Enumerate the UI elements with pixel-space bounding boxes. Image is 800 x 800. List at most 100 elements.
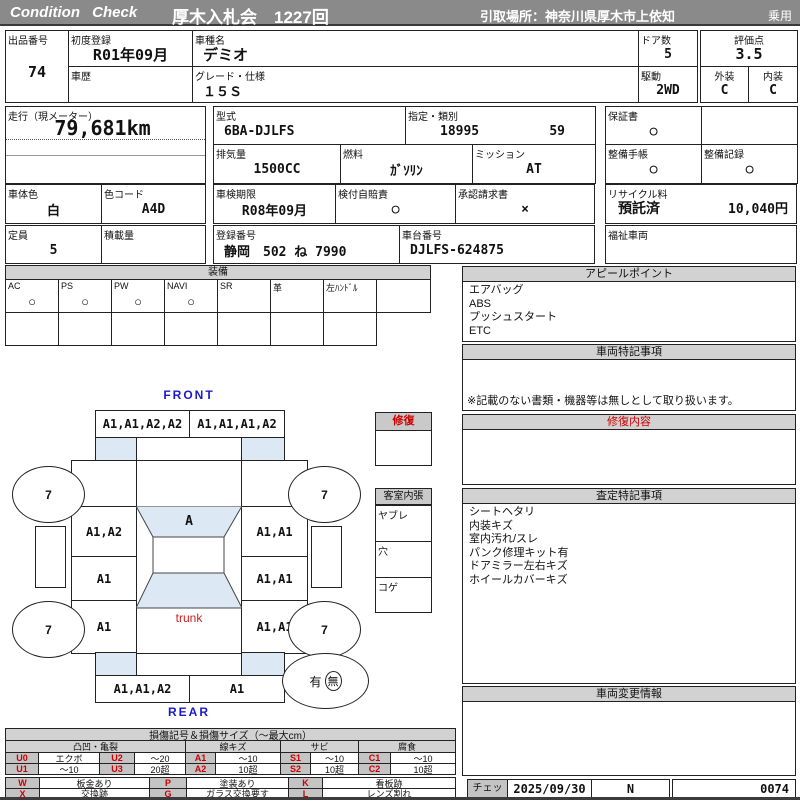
equipment-label: 革 (273, 283, 283, 293)
field-value: 18995 59 (406, 118, 595, 144)
field-value: 3.5 (735, 45, 763, 63)
field-value: １５Ｓ (203, 84, 243, 100)
field-fuel: 燃料 ｶﾞｿﾘﾝ (340, 144, 473, 184)
field-evaluation-score: 評価点 3.5 (700, 30, 798, 67)
field-value: AT (526, 162, 542, 177)
field-body-color: 車体色 白 (5, 184, 102, 224)
panel-title: 車両特記事項 (463, 345, 795, 360)
check-date: 2025/09/30 (507, 779, 592, 798)
brand-title: Condition Check (10, 4, 138, 21)
field-value: 白 (46, 204, 60, 219)
class-code-secondary: 59 (549, 123, 565, 139)
check-label: チェック (467, 779, 508, 798)
field-class-code: 指定・類別 18995 59 (405, 106, 596, 145)
wheel-rear-right: 7 (288, 601, 361, 658)
appeal-item: エアバッグ (469, 284, 524, 296)
legend-code: C2 (358, 763, 391, 775)
hood-panel (136, 460, 242, 507)
assessment-item: シートヘタリ (469, 506, 535, 518)
cabin-lining-box: 客室内張 ヤブレ 穴 コゲ (375, 488, 432, 613)
field-inspection-expiry: 車検期限 R08年09月 (213, 184, 336, 224)
left-sill-panel (35, 526, 66, 588)
rear-window-shape (135, 572, 243, 609)
field-warranty-book: 保証書 ○ (605, 106, 702, 145)
field-approval-invoice: 承認請求書 × (455, 184, 595, 224)
vehicle-category: 乗用 (767, 9, 792, 23)
appeal-item: プッシュスタート (469, 311, 557, 323)
legend-value: 10超 (310, 763, 359, 775)
legend-code: U3 (99, 763, 135, 775)
equipment-cell-leather: 革 (270, 279, 324, 313)
trunk-label: trunk (175, 611, 203, 625)
assessment-item: ドアミラー左右キズ (469, 560, 568, 572)
circle-mark: ○ (28, 293, 36, 309)
equipment-cell-left-handle: 左ﾊﾝﾄﾞﾙ (323, 279, 377, 313)
change-info-panel: 車両変更情報 (462, 686, 796, 776)
field-value: C (720, 82, 729, 98)
repair-mini-box: 修復 (375, 412, 432, 466)
field-drive: 駆動 2WD (638, 66, 698, 103)
field-displacement: 排気量 1500CC (213, 144, 341, 184)
field-recycle-fee: リサイクル料 預託済 10,040円 (605, 184, 797, 224)
legend-code: A2 (185, 763, 216, 775)
panel-title: 査定特記事項 (463, 489, 795, 504)
equipment-cell-ps: PS ○ (58, 279, 112, 313)
legend-value: 10超 (390, 763, 456, 775)
auction-sheet: Condition Check 厚木入札会 1227回 引取場所：神奈川県厚木市… (0, 0, 800, 800)
equipment-cell-extra (376, 279, 431, 313)
field-value: R08年09月 (241, 204, 308, 219)
equipment-empty-cell (323, 312, 377, 346)
field-value: DJLFS-624875 (410, 242, 504, 258)
field-capacity: 定員 5 (5, 225, 102, 264)
circle-mark: ○ (134, 293, 142, 309)
field-value: 1500CC (253, 162, 301, 177)
windshield-mark: A (185, 513, 193, 529)
circle-mark: ○ (391, 202, 400, 217)
equipment-label: 左ﾊﾝﾄﾞﾙ (326, 283, 358, 293)
spare-no-circled: 無 (324, 671, 342, 691)
left-front-panel: A1,A2 (71, 506, 137, 557)
equipment-cell-navi: NAVI ○ (164, 279, 218, 313)
wheel-front-right: 7 (288, 466, 361, 523)
field-color-code: 色コード A4D (101, 184, 206, 224)
field-registration-number: 登録番号 静岡 502 ね 7990 (213, 225, 400, 264)
field-value (69, 78, 192, 102)
special-notes-panel: 車両特記事項 ※記載のない書類・機器等は無しとして取り扱います。 (462, 344, 796, 411)
rear-pillar-left-shade (95, 652, 137, 676)
cabin-row-hole: 穴 (376, 541, 431, 577)
field-mileage: 走行（現メーター） 79,681km (5, 106, 206, 184)
legend-value: 20超 (134, 763, 186, 775)
field-maintenance-record: 整備記録 ○ (701, 144, 798, 184)
assessment-item: 室内汚れ/スレ (469, 533, 539, 545)
field-first-registration: 初度登録 R01年09月 (68, 30, 193, 67)
appeal-list: エアバッグ ABS プッシュスタート ETC (463, 282, 795, 340)
assessment-list: シートヘタリ 内装キズ 室内汚れ/スレ パンク修理キット有 ドアミラー左右キズ … (463, 504, 795, 589)
equipment-empty-cell (5, 312, 59, 346)
mini-box-title: 修復 (376, 413, 431, 431)
rear-bumper-left-panel: A1,A1,A2 (95, 675, 190, 703)
field-model-name: 車種名 デミオ (192, 30, 639, 67)
field-value: 79,681km (54, 116, 151, 140)
equipment-cell-sr: SR (217, 279, 271, 313)
field-value: R01年09月 (92, 45, 169, 64)
spare-yes-label: 有 (309, 674, 322, 689)
equipment-header: 装備 (5, 265, 431, 280)
panel-title: 修復内容 (463, 415, 795, 430)
legend-value: ～10 (38, 763, 100, 775)
recycle-status: 預託済 (618, 200, 660, 216)
field-history: 車歴 (68, 66, 193, 103)
equipment-empty-cell (111, 312, 165, 346)
field-model-code: 型式 6BA-DJLFS (213, 106, 406, 145)
appeal-item: ABS (469, 297, 492, 310)
field-value (102, 237, 205, 263)
header-bar: Condition Check 厚木入札会 1227回 引取場所：神奈川県厚木市… (0, 0, 800, 27)
field-insurance: 検付自賠責 ○ (335, 184, 456, 224)
mini-box-title: 客室内張 (376, 489, 431, 505)
cross-mark: × (521, 202, 529, 217)
roof-shape (152, 536, 225, 574)
front-label: FRONT (163, 388, 215, 402)
field-exterior-grade: 外装 C (700, 66, 749, 103)
field-grade: グレード・仕様 １５Ｓ (192, 66, 639, 103)
equipment-cell-pw: PW ○ (111, 279, 165, 313)
field-chassis-number: 車台番号 DJLFS-624875 (399, 225, 595, 264)
